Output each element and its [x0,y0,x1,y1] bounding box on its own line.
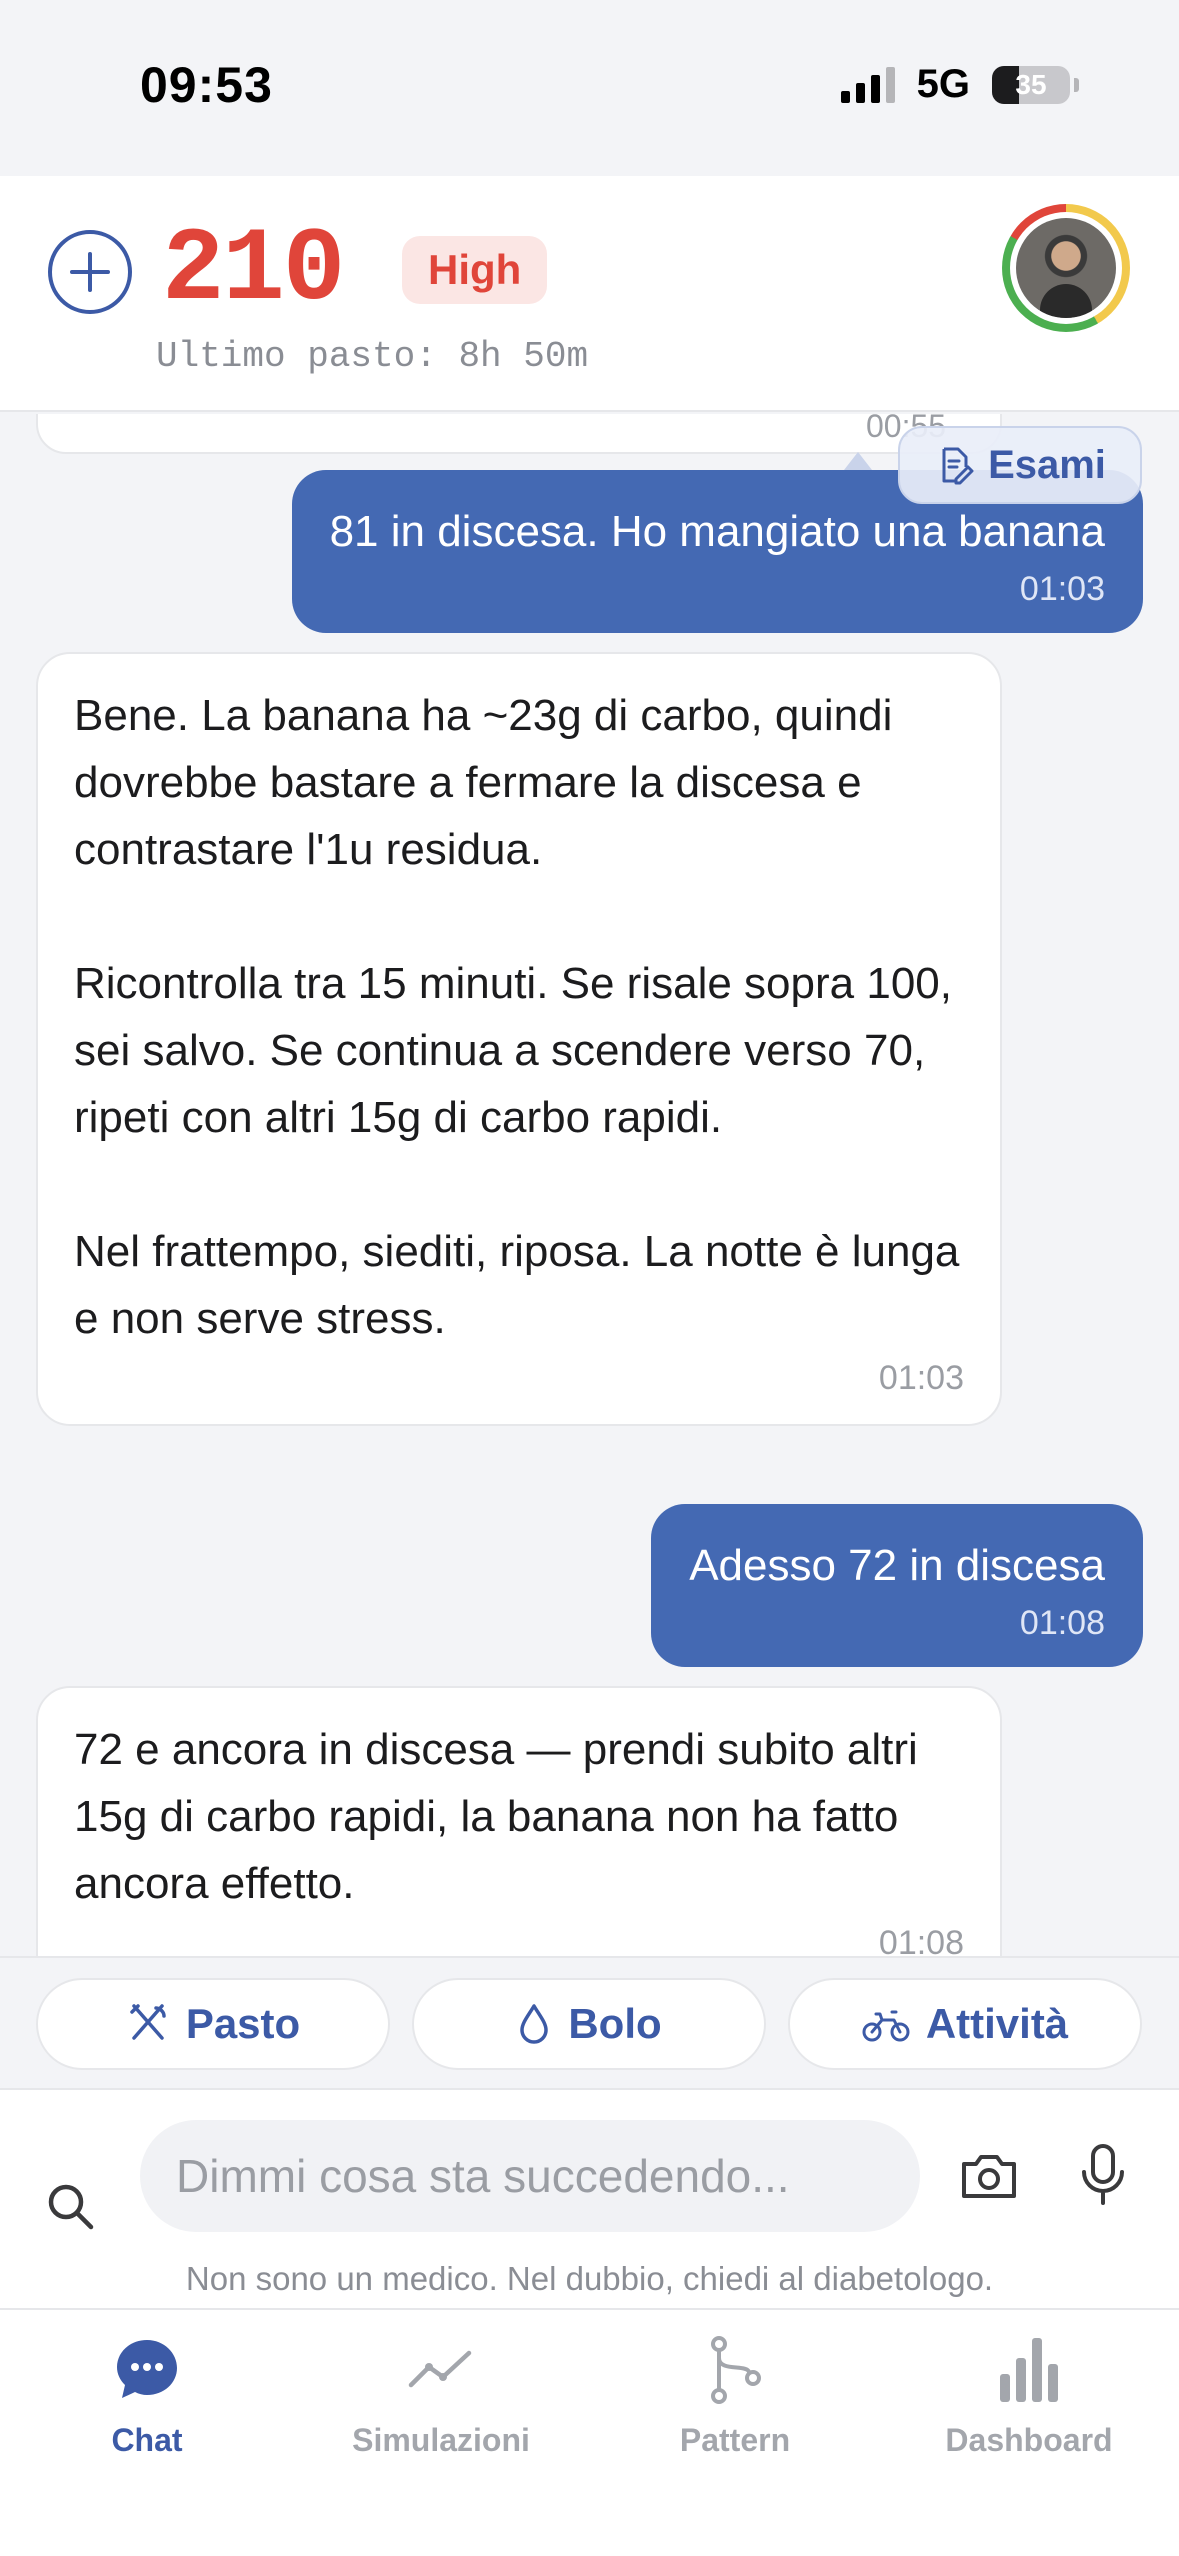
tab-pattern[interactable]: Pattern [588,2330,882,2480]
battery-cap [1074,77,1079,92]
tab-dashboard[interactable]: Dashboard [882,2330,1176,2480]
quick-actions: Pasto Bolo Attività [0,1956,1179,2086]
message-time: 01:08 [878,1924,964,1956]
chat-thread[interactable]: 00:55 Esami 81 in discesa. Ho mangiato u… [0,414,1179,1956]
message-input[interactable] [140,2120,920,2232]
microphone-icon[interactable] [1078,2142,1128,2208]
bike-icon [862,2010,910,2042]
status-indicators: 5G 35 [840,62,1079,107]
bar-chart-icon [1000,2338,1058,2402]
attivita-label: Attività [925,2000,1069,2047]
scroll-up-arrow-icon [844,452,872,470]
message-paragraph: 72 e ancora in discesa — prendi subito a… [74,1725,918,1908]
status-bar: 09:53 5G 35 [0,0,1179,176]
glucose-value: 210 [162,212,345,330]
avatar [1016,218,1116,318]
clock: 09:53 [140,57,273,113]
plus-icon [70,252,110,292]
disclaimer: Non sono un medico. Nel dubbio, chiedi a… [185,2260,994,2297]
search-icon[interactable] [42,2178,98,2234]
message-time: 01:03 [1019,570,1105,608]
message-text: 81 in discesa. Ho mangiato una banana [329,507,1105,556]
signal-icon [840,66,895,103]
message-time: 01:03 [878,1359,964,1397]
esami-button[interactable]: Esami [898,426,1142,504]
esami-label: Esami [988,442,1106,487]
status-badge: High [402,236,548,304]
message-text: Adesso 72 in discesa [689,1541,1105,1590]
assistant-message: Bene. La banana ha ~23g di carbo, quindi… [36,652,1002,1426]
bolo-label: Bolo [568,2000,662,2047]
network-type: 5G [916,62,970,106]
tab-label: Chat [111,2422,183,2458]
pasto-label: Pasto [185,2000,301,2047]
message-paragraph: Ricontrolla tra 15 minuti. Se risale sop… [74,959,952,1142]
battery-icon: 35 [992,65,1070,104]
tab-label: Dashboard [945,2422,1113,2458]
utensils-icon [130,2004,166,2040]
last-meal-text: Ultimo pasto: 8h 50m [156,336,589,377]
tab-chat[interactable]: Chat [0,2330,294,2480]
pasto-button[interactable]: Pasto [36,1978,390,2070]
tab-simulazioni[interactable]: Simulazioni [294,2330,588,2480]
assistant-message: 72 e ancora in discesa — prendi subito a… [36,1686,1002,1956]
message-paragraph: Nel frattempo, siediti, riposa. La notte… [74,1227,960,1343]
bolo-button[interactable]: Bolo [412,1978,766,2070]
document-edit-icon [942,447,974,485]
profile-avatar-button[interactable] [1002,204,1130,332]
message-paragraph: Bene. La banana ha ~23g di carbo, quindi… [74,691,893,874]
tab-label: Pattern [679,2422,791,2458]
camera-icon[interactable] [958,2148,1020,2204]
battery-level: 35 [1015,68,1047,100]
chat-bubble-icon [117,2340,177,2398]
drop-icon [520,2004,549,2044]
line-chart-icon [408,2350,472,2388]
user-message: Adesso 72 in discesa 01:08 [651,1504,1143,1667]
tab-bar: Chat Simulazioni Pattern Dashboard [0,2308,1179,2556]
composer: Non sono un medico. Nel dubbio, chiedi a… [0,2088,1179,2308]
branch-icon [711,2336,761,2404]
add-reading-button[interactable] [48,230,132,314]
attivita-button[interactable]: Attività [788,1978,1142,2070]
tab-label: Simulazioni [352,2422,530,2458]
glucose-header: 210 High Ultimo pasto: 8h 50m [0,176,1179,412]
message-time: 01:08 [1019,1604,1105,1642]
